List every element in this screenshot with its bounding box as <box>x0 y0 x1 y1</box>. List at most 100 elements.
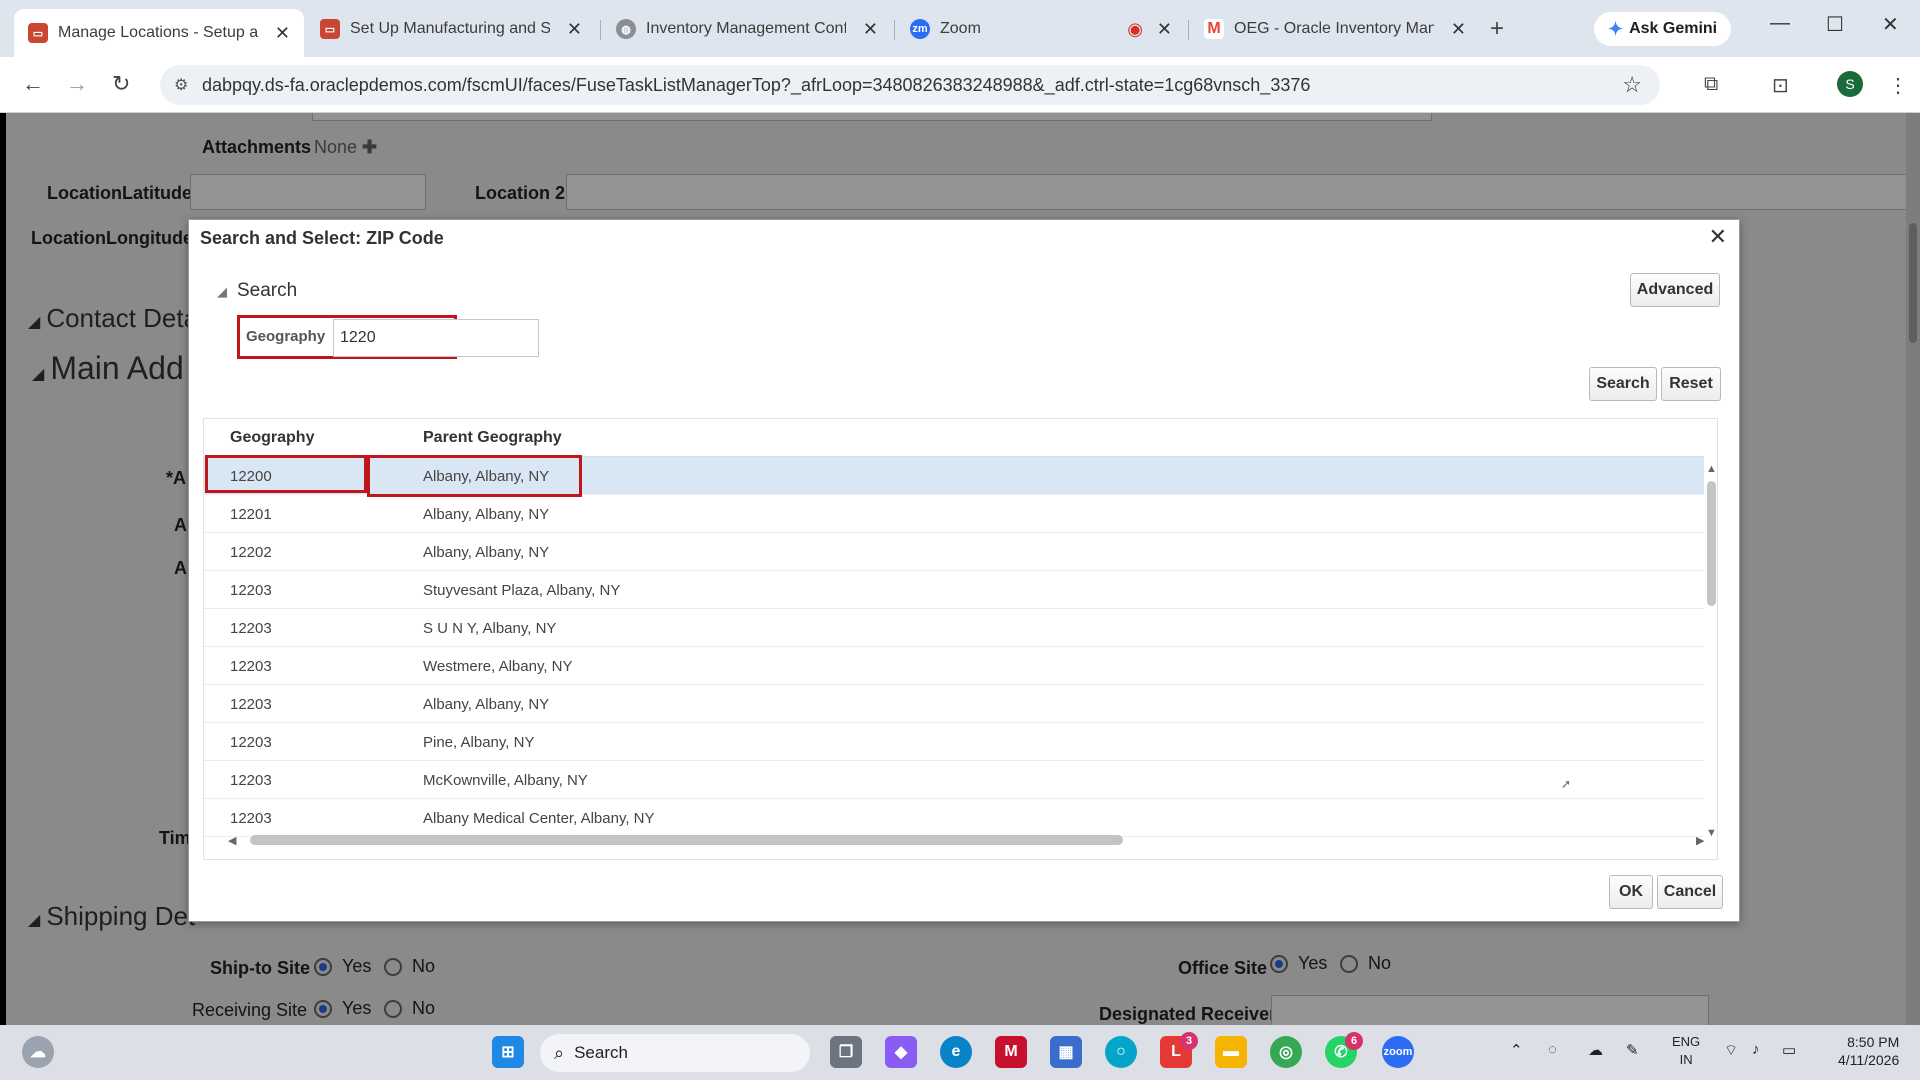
ship-to-no-option[interactable]: No <box>384 956 435 977</box>
main-address-section[interactable]: ◢ Main Add <box>32 350 184 387</box>
radio-unselected[interactable] <box>384 958 402 977</box>
scroll-left-arrow-icon[interactable]: ◀ <box>228 834 236 847</box>
ask-gemini-button[interactable]: ✦ Ask Gemini <box>1594 12 1732 46</box>
close-tab-icon[interactable]: ✕ <box>1451 19 1466 40</box>
windows-start-icon[interactable]: ⊞ <box>492 1036 524 1068</box>
tray-overflow-chevron-icon[interactable]: ⌃ <box>1510 1041 1523 1059</box>
geography-input[interactable] <box>333 319 539 357</box>
wifi-icon[interactable]: ⌔ <box>1724 1041 1738 1060</box>
reload-icon[interactable]: ↻ <box>112 71 130 97</box>
radio-selected[interactable] <box>314 958 332 977</box>
attachments-value[interactable]: None ✚ <box>314 137 377 158</box>
table-row[interactable]: 12201 Albany, Albany, NY <box>204 495 1704 533</box>
file-explorer-icon[interactable]: ▬ <box>1215 1036 1247 1068</box>
table-row[interactable]: 12203 Pine, Albany, NY <box>204 723 1704 761</box>
dialog-close-icon[interactable]: ✕ <box>1709 224 1727 250</box>
maximize-icon[interactable]: ☐ <box>1826 12 1844 37</box>
cancel-button[interactable]: Cancel <box>1657 875 1723 909</box>
minimize-icon[interactable]: — <box>1770 12 1790 35</box>
profile-avatar[interactable]: S <box>1837 71 1863 97</box>
receiving-no-option[interactable]: No <box>384 998 435 1019</box>
chrome-icon[interactable]: ◎ <box>1270 1036 1302 1068</box>
ok-button[interactable]: OK <box>1609 875 1653 909</box>
vertical-scroll-thumb[interactable] <box>1707 481 1716 606</box>
tab-oeg-gmail[interactable]: M OEG - Oracle Inventory Manag ✕ <box>1190 9 1480 49</box>
office-no-option[interactable]: No <box>1340 953 1391 974</box>
more-menu-icon[interactable]: ⋮ <box>1888 73 1908 98</box>
add-attachment-icon[interactable]: ✚ <box>362 137 377 157</box>
page-scroll-thumb[interactable] <box>1909 223 1917 343</box>
designated-receiver-select[interactable] <box>1271 995 1709 1025</box>
location2-input[interactable] <box>566 174 1920 210</box>
taskbar-search-box[interactable]: ⌕ Search <box>540 1034 810 1072</box>
close-tab-icon[interactable]: ✕ <box>1157 19 1172 40</box>
close-tab-icon[interactable]: ✕ <box>275 23 290 44</box>
table-row[interactable]: 12202 Albany, Albany, NY <box>204 533 1704 571</box>
scroll-right-arrow-icon[interactable]: ▶ <box>1696 834 1704 847</box>
page-scrollbar[interactable] <box>1906 113 1920 1025</box>
task-view-icon[interactable]: ❐ <box>830 1036 862 1068</box>
latitude-input[interactable] <box>190 174 426 210</box>
column-header-parent-geography[interactable]: Parent Geography <box>423 429 562 447</box>
close-tab-icon[interactable]: ✕ <box>567 19 582 40</box>
collapse-triangle-icon[interactable]: ◢ <box>28 912 40 929</box>
radio-unselected[interactable] <box>1340 955 1358 974</box>
table-row[interactable]: 12203 Albany, Albany, NY <box>204 685 1704 723</box>
onedrive-icon[interactable]: ☁ <box>1588 1041 1603 1059</box>
battery-icon[interactable]: ▭ <box>1782 1041 1796 1059</box>
tab-setup-manufacturing[interactable]: ▭ Set Up Manufacturing and Sup ✕ <box>306 9 596 49</box>
tray-sync-icon[interactable]: ◌ <box>1548 1041 1557 1058</box>
bookmark-star-icon[interactable]: ☆ <box>1622 72 1642 98</box>
back-arrow-icon[interactable]: ← <box>22 71 44 97</box>
microsoft-store-icon[interactable]: ▦ <box>1050 1036 1082 1068</box>
zoom-app-icon[interactable]: zoom <box>1382 1036 1414 1068</box>
vertical-scrollbar[interactable]: ▲ ▼ <box>1704 457 1717 847</box>
advanced-button[interactable]: Advanced <box>1630 273 1720 307</box>
url-field[interactable]: ⚙ dabpqy.ds-fa.oraclepdemos.com/fscmUI/f… <box>160 65 1660 105</box>
l-app-icon[interactable]: L3 <box>1160 1032 1198 1068</box>
table-row[interactable]: 12203 McKownville, Albany, NY <box>204 761 1704 799</box>
tab-inventory-config[interactable]: ◍ Inventory Management Config ✕ <box>602 9 892 49</box>
collapse-triangle-icon[interactable]: ◢ <box>32 366 44 383</box>
tab-manage-locations[interactable]: ▭ Manage Locations - Setup and ✕ <box>14 9 304 57</box>
search-section-header[interactable]: ◢ Search <box>217 280 297 302</box>
cast-screen-icon[interactable]: ⊡ <box>1772 73 1789 98</box>
table-row[interactable]: 12203 S U N Y, Albany, NY <box>204 609 1704 647</box>
pen-icon[interactable]: ✎ <box>1626 1041 1639 1059</box>
collapse-triangle-icon[interactable]: ◢ <box>28 314 40 331</box>
extensions-icon[interactable]: ⧉ <box>1704 73 1718 96</box>
shipping-details-section[interactable]: ◢ Shipping Det <box>28 901 195 932</box>
tab-zoom[interactable]: zm Zoom ◉ ✕ <box>896 9 1186 49</box>
forward-arrow-icon[interactable]: → <box>66 71 88 97</box>
copilot-icon[interactable]: ◆ <box>885 1036 917 1068</box>
radio-selected[interactable] <box>1270 955 1288 974</box>
scroll-up-arrow-icon[interactable]: ▲ <box>1706 463 1717 475</box>
site-info-icon[interactable]: ⚙ <box>174 75 188 95</box>
whatsapp-icon[interactable]: ✆ 6 <box>1325 1032 1363 1068</box>
table-row[interactable]: 12203 Stuyvesant Plaza, Albany, NY <box>204 571 1704 609</box>
clock[interactable]: 8:50 PM 4/11/2026 <box>1838 1033 1899 1069</box>
table-row[interactable]: 12203 Westmere, Albany, NY <box>204 647 1704 685</box>
horizontal-scrollbar[interactable]: ◀ ▶ <box>218 831 1708 849</box>
reset-button[interactable]: Reset <box>1661 367 1721 401</box>
ship-to-yes-option[interactable]: Yes <box>314 956 371 977</box>
mcafee-icon[interactable]: M <box>995 1036 1027 1068</box>
parent-geography-cell: Albany Medical Center, Albany, NY <box>423 810 655 827</box>
column-header-geography[interactable]: Geography <box>230 429 314 447</box>
cortana-icon[interactable]: ○ <box>1105 1036 1137 1068</box>
new-tab-icon[interactable]: + <box>1490 15 1504 43</box>
weather-widget-icon[interactable]: ☁ <box>22 1036 54 1068</box>
radio-unselected[interactable] <box>384 1000 402 1019</box>
collapse-triangle-icon[interactable]: ◢ <box>217 284 227 299</box>
window-close-icon[interactable]: ✕ <box>1882 12 1899 37</box>
receiving-yes-option[interactable]: Yes <box>314 998 371 1019</box>
edge-browser-icon[interactable]: e <box>940 1036 972 1068</box>
volume-icon[interactable]: ♪ <box>1752 1041 1760 1058</box>
search-button[interactable]: Search <box>1589 367 1657 401</box>
office-yes-option[interactable]: Yes <box>1270 953 1327 974</box>
close-tab-icon[interactable]: ✕ <box>863 19 878 40</box>
contact-details-section[interactable]: ◢ Contact Deta <box>28 303 198 334</box>
radio-selected[interactable] <box>314 1000 332 1019</box>
horizontal-scroll-thumb[interactable] <box>250 835 1123 845</box>
language-indicator[interactable]: ENG IN <box>1672 1033 1700 1069</box>
